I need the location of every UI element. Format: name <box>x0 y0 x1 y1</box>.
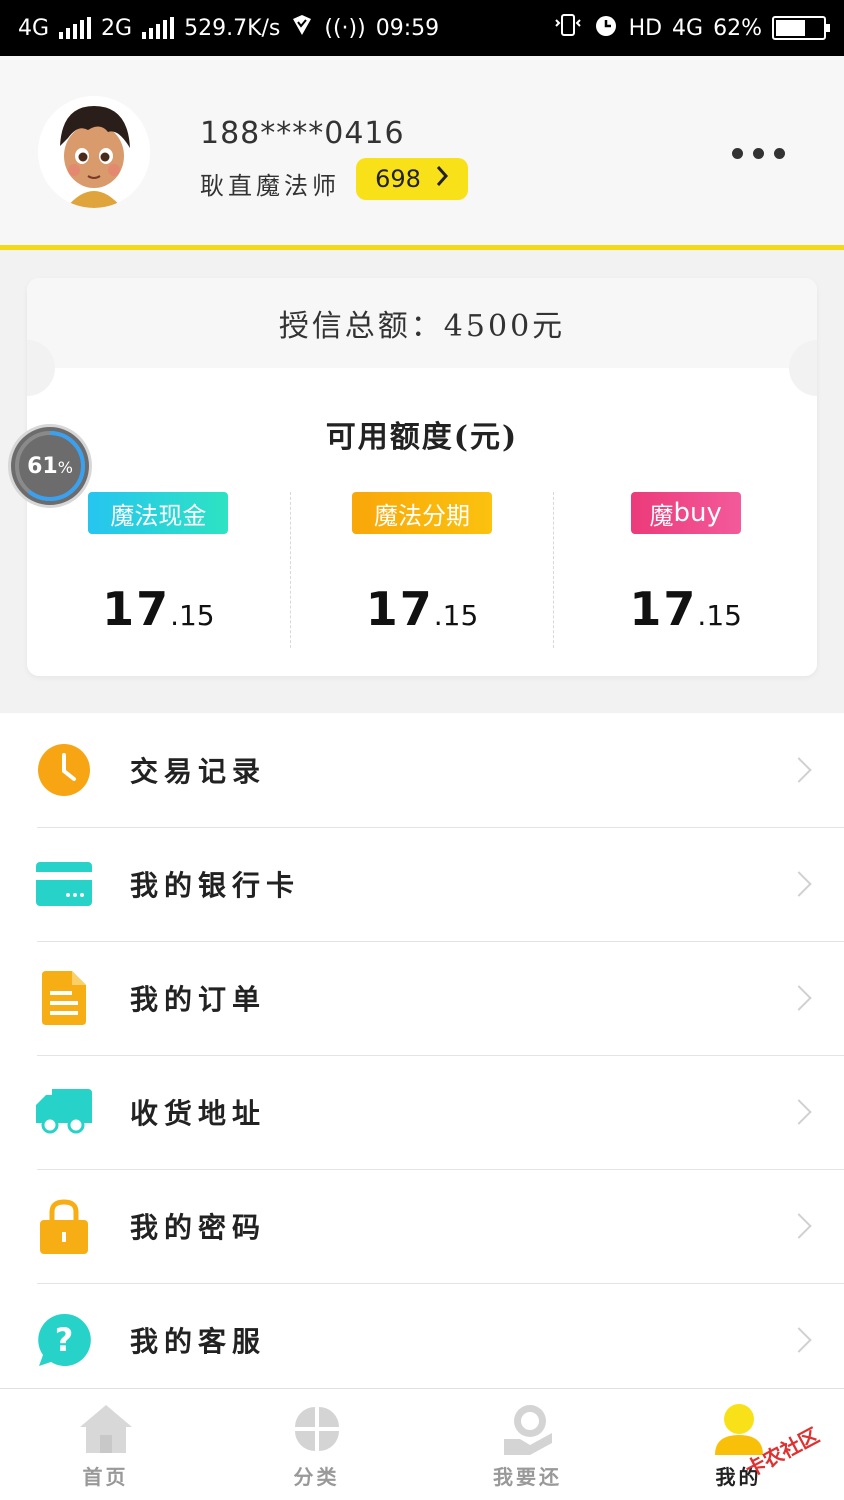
nav-repay[interactable]: 我要还 <box>422 1389 633 1500</box>
progress-percent: 61% <box>27 453 73 479</box>
nav-label: 首页 <box>82 1465 129 1489</box>
menu-label: 交易记录 <box>130 755 267 788</box>
chevron-right-icon <box>786 1099 812 1125</box>
product-amount: 17.15 <box>102 582 215 636</box>
signal-icon <box>59 17 92 39</box>
clock-icon <box>36 742 92 798</box>
menu-label: 收货地址 <box>130 1097 267 1130</box>
chevron-right-icon <box>786 1327 812 1353</box>
product-tag: 魔法现金 <box>88 492 229 534</box>
menu-item-bank-cards[interactable]: 我的银行卡 <box>0 827 844 941</box>
help-bubble-icon: ? <box>36 1312 92 1368</box>
lock-icon <box>36 1198 92 1254</box>
watermark-text: 卡农社区 <box>740 1422 823 1482</box>
progress-badge[interactable]: 61% <box>8 424 92 508</box>
chevron-right-icon <box>786 757 812 783</box>
chevron-right-icon <box>435 165 449 193</box>
network-type-1: 4G <box>18 15 50 41</box>
hotspot-icon: ((·)) <box>324 15 366 41</box>
svg-text:?: ? <box>55 1321 74 1359</box>
nav-category[interactable]: 分类 <box>211 1389 422 1500</box>
network-speed: 529.7K/s <box>184 15 281 41</box>
bottom-nav: 首页 分类 我要还 我的 <box>0 1388 844 1500</box>
bank-card-icon <box>36 856 92 912</box>
signal-icon-2 <box>142 17 175 39</box>
nav-label: 我要还 <box>493 1465 562 1489</box>
repay-icon <box>503 1405 552 1455</box>
product-tag: 魔 buy <box>630 492 741 534</box>
lte-label: 4G <box>672 15 704 41</box>
menu-item-customer-service[interactable]: ? 我的客服 <box>0 1283 844 1397</box>
home-icon <box>79 1405 132 1453</box>
chevron-right-icon <box>786 1213 812 1239</box>
menu-label: 我的订单 <box>130 983 267 1016</box>
menu-item-address[interactable]: 收货地址 <box>0 1055 844 1169</box>
vpn-shield-icon <box>290 13 314 43</box>
clock-time: 09:59 <box>375 15 440 41</box>
truck-icon <box>36 1084 92 1140</box>
product-amount: 17.15 <box>629 582 742 636</box>
hd-label: HD <box>628 15 663 41</box>
nav-home[interactable]: 首页 <box>0 1389 211 1500</box>
avatar[interactable] <box>38 96 150 208</box>
menu-list: 交易记录 我的银行卡 我的订单 收货地址 我的密码 ? 我的客服 <box>0 713 844 1397</box>
vibrate-icon <box>553 13 583 43</box>
profile-header: 188****0416 耿直魔法师 698 <box>0 56 844 250</box>
chevron-right-icon <box>786 985 812 1011</box>
battery-icon <box>772 16 830 40</box>
menu-item-orders[interactable]: 我的订单 <box>0 941 844 1055</box>
more-options-button[interactable] <box>732 148 785 159</box>
credit-card-panel: 授信总额：4500元 可用额度(元) 魔法现金 17.15 魔法分期 17.15… <box>27 278 817 676</box>
score-value: 698 <box>375 165 421 193</box>
user-phone: 188****0416 <box>200 116 405 151</box>
status-bar: 4G 2G 529.7K/s ((·)) 09:59 HD 4G 62% <box>0 0 844 56</box>
menu-label: 我的银行卡 <box>130 869 301 902</box>
product-magic-installment[interactable]: 魔法分期 17.15 <box>289 492 554 648</box>
menu-item-password[interactable]: 我的密码 <box>0 1169 844 1283</box>
product-magic-cash[interactable]: 魔法现金 17.15 <box>27 492 290 648</box>
available-credit-label: 可用额度(元) <box>325 420 519 455</box>
menu-label: 我的密码 <box>130 1211 267 1244</box>
battery-percent: 62% <box>713 15 762 41</box>
nav-label: 分类 <box>293 1465 340 1489</box>
menu-label: 我的客服 <box>130 1325 267 1358</box>
product-amount: 17.15 <box>365 582 479 636</box>
chevron-right-icon <box>786 871 812 897</box>
category-icon <box>294 1407 339 1451</box>
menu-item-transactions[interactable]: 交易记录 <box>0 713 844 827</box>
credit-total: 授信总额：4500元 <box>27 278 817 368</box>
score-button[interactable]: 698 <box>356 158 468 200</box>
product-magic-buy[interactable]: 魔 buy 17.15 <box>553 492 817 648</box>
alarm-icon <box>593 12 619 44</box>
product-tag: 魔法分期 <box>352 492 492 534</box>
document-icon <box>36 970 92 1026</box>
user-nickname: 耿直魔法师 <box>200 172 340 200</box>
network-type-2: 2G <box>101 15 133 41</box>
